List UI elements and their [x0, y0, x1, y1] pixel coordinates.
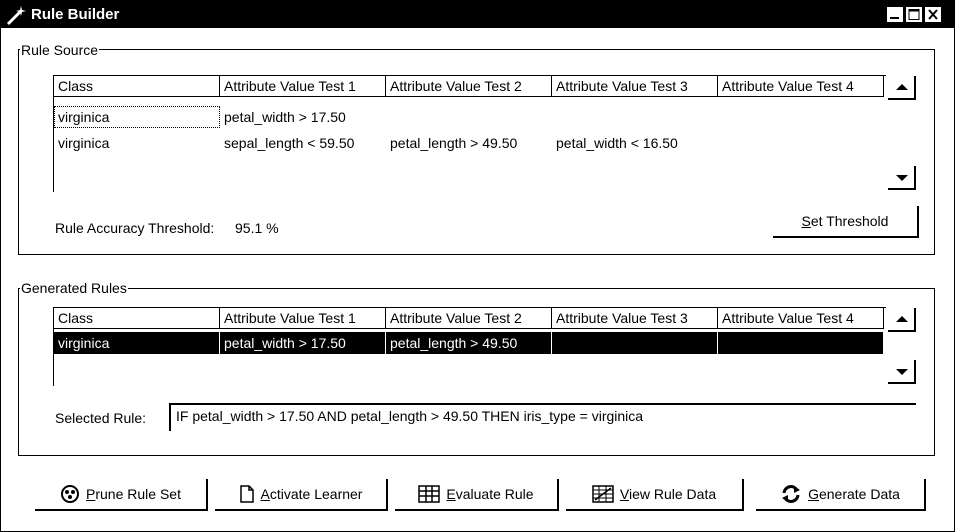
prune-mnemonic: P: [86, 486, 96, 502]
column-header-test-3[interactable]: Attribute Value Test 3: [552, 308, 718, 329]
table-cell: [552, 332, 718, 354]
evaluate-rule-button[interactable]: Evaluate Rule: [395, 479, 559, 511]
evaluate-mnemonic: E: [446, 486, 456, 502]
table-cell: petal_length > 49.50: [386, 332, 552, 354]
refresh-icon: [782, 485, 801, 503]
prune-rule-set-button[interactable]: Prune Rule Set: [35, 479, 208, 511]
table-cell: petal_width > 17.50: [220, 332, 386, 354]
table-cell: [386, 106, 552, 128]
scroll-up-button[interactable]: [887, 75, 917, 101]
rule-source-list[interactable]: Class Attribute Value Test 1 Attribute V…: [53, 75, 886, 192]
maximize-icon: [908, 9, 920, 20]
column-header-test-2[interactable]: Attribute Value Test 2: [386, 308, 552, 329]
table-cell: virginica: [54, 332, 220, 354]
generate-mnemonic: G: [808, 486, 819, 502]
window-title: Rule Builder: [31, 6, 120, 23]
prune-icon: [61, 485, 80, 503]
set-threshold-mnemonic: S: [801, 213, 811, 229]
table-cell: [552, 106, 718, 128]
set-threshold-button[interactable]: Set Threshold: [773, 206, 919, 238]
arrow-down-icon: [888, 166, 916, 190]
view-rule-data-button[interactable]: View Rule Data: [566, 479, 744, 511]
table-cell: virginica: [58, 135, 110, 151]
table-icon: [418, 485, 441, 503]
generated-rules-label: Generated Rules: [20, 280, 128, 296]
title-bar[interactable]: Rule Builder: [1, 1, 954, 28]
column-header-test-4[interactable]: Attribute Value Test 4: [718, 76, 884, 97]
generate-data-button[interactable]: Generate Data: [756, 479, 926, 511]
column-header-test-3[interactable]: Attribute Value Test 3: [552, 76, 718, 97]
minimize-button[interactable]: [887, 7, 903, 22]
activate-mnemonic: A: [260, 486, 270, 502]
activate-learner-button[interactable]: Activate Learner: [215, 479, 388, 511]
threshold-label: Rule Accuracy Threshold:: [55, 220, 215, 236]
table-cell: [718, 106, 884, 128]
minimize-icon: [890, 17, 899, 19]
view-label: iew Rule Data: [628, 486, 717, 502]
magic-wand-icon: [6, 6, 26, 26]
rule-builder-window: Rule Builder Rule Source Class Attribute…: [0, 0, 955, 532]
column-header-test-1[interactable]: Attribute Value Test 1: [220, 76, 386, 97]
document-icon: [239, 485, 254, 503]
selected-rule-label: Selected Rule:: [55, 410, 147, 426]
close-button[interactable]: [925, 7, 941, 22]
generate-label: enerate Data: [818, 486, 900, 502]
threshold-value: 95.1 %: [235, 220, 279, 236]
generated-rules-scrollbar[interactable]: [887, 307, 917, 385]
evaluate-label: valuate Rule: [455, 486, 534, 502]
table-cell: petal_width < 16.50: [556, 135, 678, 151]
activate-label: ctivate Learner: [269, 486, 363, 502]
prune-label: rune Rule Set: [95, 486, 181, 502]
scroll-down-button[interactable]: [887, 359, 917, 385]
column-header-class[interactable]: Class: [54, 76, 220, 97]
scroll-down-button[interactable]: [887, 165, 917, 191]
table-cell: sepal_length < 59.50: [224, 135, 355, 151]
arrow-down-icon: [888, 360, 916, 384]
arrow-up-icon: [888, 308, 916, 332]
selected-rule-field[interactable]: IF petal_width > 17.50 AND petal_length …: [169, 403, 916, 431]
generated-rules-list[interactable]: Class Attribute Value Test 1 Attribute V…: [53, 307, 886, 386]
spreadsheet-icon: [592, 485, 614, 503]
rule-source-scrollbar[interactable]: [887, 75, 917, 191]
view-mnemonic: V: [619, 486, 629, 502]
maximize-button[interactable]: [906, 7, 922, 22]
table-cell: petal_length > 49.50: [390, 135, 518, 151]
column-header-test-1[interactable]: Attribute Value Test 1: [220, 308, 386, 329]
arrow-up-icon: [888, 76, 916, 100]
close-icon: [928, 9, 938, 20]
table-cell: petal_width > 17.50: [224, 109, 346, 125]
rule-source-label: Rule Source: [20, 42, 100, 58]
column-header-test-2[interactable]: Attribute Value Test 2: [386, 76, 552, 97]
column-header-test-4[interactable]: Attribute Value Test 4: [718, 308, 884, 329]
table-cell: [718, 132, 884, 154]
scroll-up-button[interactable]: [887, 307, 917, 333]
column-header-class[interactable]: Class: [54, 308, 220, 329]
table-cell: [718, 332, 884, 354]
set-threshold-label: et Threshold: [810, 213, 889, 229]
table-cell: virginica: [54, 106, 220, 128]
